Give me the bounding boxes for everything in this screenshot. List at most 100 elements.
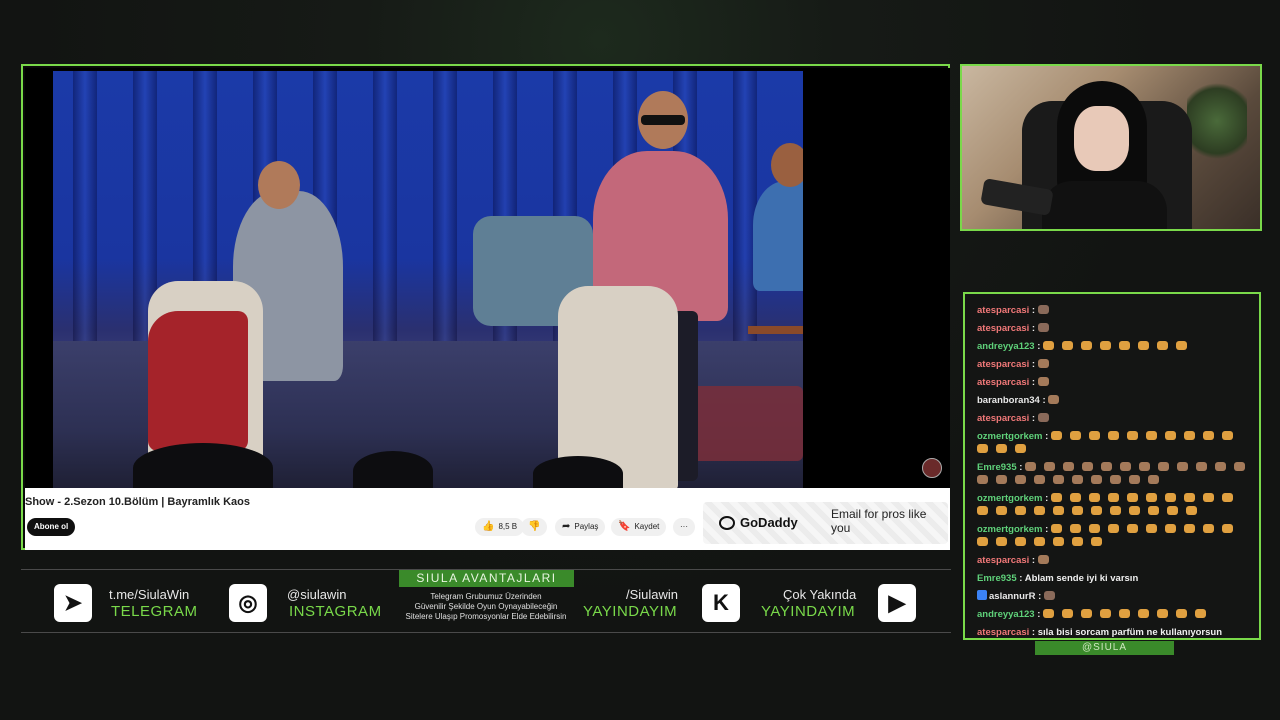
emote-icon	[1062, 609, 1074, 618]
godaddy-logo-icon	[719, 515, 735, 530]
emote-icon	[1129, 506, 1140, 515]
ad-banner[interactable]: GoDaddy Email for pros like you	[703, 502, 948, 544]
emote-icon	[996, 506, 1007, 515]
promo-line-2: Güvenilir Şekilde Oyun Oynayabileceğin	[414, 602, 558, 611]
thumbs-up-icon: 👍	[482, 521, 495, 532]
emote-icon	[1063, 462, 1075, 471]
chat-username[interactable]: baranboran34	[977, 395, 1040, 406]
chat-username[interactable]: ozmertgorkem	[977, 524, 1042, 535]
emote-icon	[1119, 609, 1131, 618]
youtube-label: YAYINDAYIM	[761, 603, 856, 620]
emote-icon	[1145, 493, 1157, 502]
emote-icon	[1164, 431, 1176, 440]
chat-message: atesparcasi :	[977, 358, 1257, 371]
instagram-link[interactable]: @siulawin	[287, 587, 346, 602]
chat-username[interactable]: atesparcasi	[977, 323, 1029, 334]
emote-icon	[1157, 609, 1169, 618]
chat-username[interactable]: atesparcasi	[977, 305, 1029, 316]
emote-icon	[1215, 462, 1227, 471]
instagram-icon[interactable]: ◎	[229, 584, 267, 622]
kick-link[interactable]: /Siulawin	[626, 587, 678, 602]
chat-message: atesparcasi :	[977, 554, 1257, 567]
emote-icon	[1100, 609, 1112, 618]
emote-icon	[1148, 506, 1159, 515]
emote-icon	[1037, 323, 1049, 332]
chat-username[interactable]: ozmertgorkem	[977, 431, 1042, 442]
more-actions-button[interactable]: ···	[673, 518, 695, 536]
more-icon: ···	[680, 522, 688, 531]
emote-icon	[1069, 524, 1081, 533]
subscribe-button[interactable]: Abone ol	[27, 518, 76, 536]
promo-title: SIULA AVANTAJLARI	[399, 570, 574, 587]
emote-icon	[1202, 493, 1214, 502]
emote-icon	[1053, 537, 1064, 546]
emote-icon	[1129, 475, 1140, 484]
video-frame-image	[53, 71, 803, 488]
dislike-button[interactable]: 👎	[521, 518, 548, 536]
chat-username[interactable]: atesparcasi	[977, 359, 1029, 370]
chat-username[interactable]: atesparcasi	[977, 555, 1029, 566]
emote-icon	[1126, 431, 1138, 440]
channel-watermark-icon	[922, 458, 942, 478]
emote-icon	[1050, 493, 1062, 502]
emote-icon	[1177, 462, 1189, 471]
chat-handle-label: @SIULA	[1035, 641, 1174, 655]
emote-icon	[1088, 493, 1100, 502]
emote-icon	[1110, 506, 1121, 515]
emote-icon	[1176, 609, 1188, 618]
save-button[interactable]: 🔖 Kaydet	[611, 518, 667, 536]
chat-message: andreyya123 :	[977, 340, 1257, 353]
emote-icon	[1148, 475, 1159, 484]
telegram-link[interactable]: t.me/SiulaWin	[109, 587, 189, 602]
chat-username[interactable]: ozmertgorkem	[977, 493, 1042, 504]
telegram-icon[interactable]: ➤	[54, 584, 92, 622]
emote-icon	[1202, 431, 1214, 440]
chat-username[interactable]: Emre935	[977, 573, 1017, 584]
emote-icon	[1234, 462, 1246, 471]
ad-text: Email for pros like you	[831, 507, 927, 535]
emote-icon	[1043, 341, 1055, 350]
save-label: Kaydet	[634, 522, 660, 531]
promo-line-1: Telegram Grubumuz Üzerinden	[430, 592, 542, 601]
video-screen[interactable]	[25, 68, 950, 488]
chat-panel[interactable]: atesparcasi : atesparcasi : andreyya123 …	[963, 292, 1261, 640]
emote-icon	[1157, 341, 1169, 350]
youtube-icon[interactable]: ▶	[878, 584, 916, 622]
emote-icon	[1048, 395, 1060, 404]
emote-icon	[1164, 524, 1176, 533]
telegram-label: TELEGRAM	[111, 603, 198, 620]
user-badge-icon	[977, 590, 987, 600]
emote-icon	[1053, 506, 1064, 515]
chat-username[interactable]: andreyya123	[977, 609, 1035, 620]
chat-text: sıla bisi sorcam parfüm ne kullanıyorsun	[1037, 627, 1223, 638]
emote-icon	[1221, 493, 1233, 502]
emote-icon	[977, 475, 988, 484]
chat-message: Emre935 :	[977, 461, 1257, 487]
chat-message-list: atesparcasi : atesparcasi : andreyya123 …	[977, 304, 1257, 644]
emote-icon	[1138, 609, 1150, 618]
share-button[interactable]: ➦ Paylaş	[555, 518, 606, 536]
emote-icon	[1015, 444, 1026, 453]
kick-icon[interactable]: K	[702, 584, 740, 622]
chat-username[interactable]: aslannurR	[989, 591, 1035, 602]
emote-icon	[1050, 524, 1062, 533]
chat-username[interactable]: andreyya123	[977, 341, 1035, 352]
chat-username[interactable]: atesparcasi	[977, 627, 1029, 638]
like-button[interactable]: 👍 8,5 B	[475, 518, 525, 536]
emote-icon	[1034, 475, 1045, 484]
promo-line-3: Sitelere Ulaşıp Promosyonlar Elde Edebil…	[405, 612, 567, 621]
youtube-status: Çok Yakında	[783, 587, 857, 602]
emote-icon	[1119, 341, 1131, 350]
video-player[interactable]: Show - 2.Sezon 10.Bölüm | Bayramlık Kaos…	[21, 64, 950, 550]
emote-icon	[1081, 341, 1093, 350]
emote-icon	[1081, 609, 1093, 618]
chat-username[interactable]: atesparcasi	[977, 377, 1029, 388]
emote-icon	[1091, 475, 1102, 484]
emote-icon	[1043, 591, 1055, 600]
emote-icon	[1091, 506, 1102, 515]
emote-icon	[1037, 359, 1049, 368]
emote-icon	[1145, 524, 1157, 533]
emote-icon	[1072, 537, 1083, 546]
chat-username[interactable]: Emre935	[977, 462, 1017, 473]
chat-username[interactable]: atesparcasi	[977, 413, 1029, 424]
